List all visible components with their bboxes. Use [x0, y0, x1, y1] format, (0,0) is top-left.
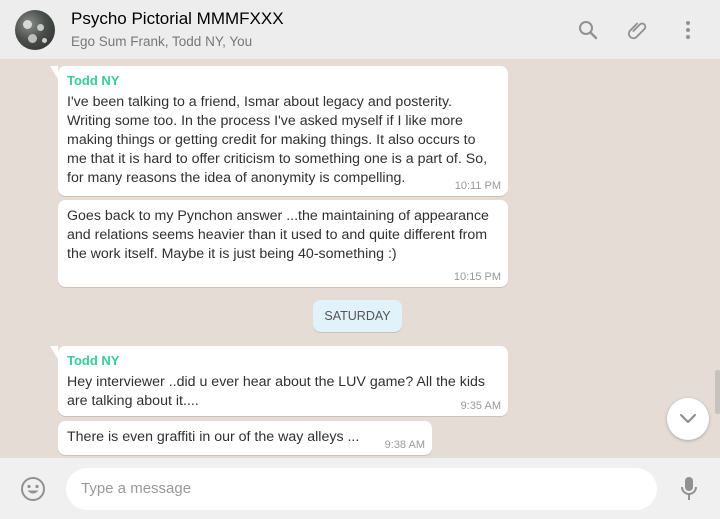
message-sender: Todd NY — [67, 73, 120, 88]
chat-header: Psycho Pictorial MMMFXXX Ego Sum Frank, … — [0, 0, 720, 60]
paperclip-icon[interactable] — [626, 18, 650, 42]
scrollbar[interactable] — [715, 370, 720, 414]
message-time: 9:35 AM — [460, 400, 501, 412]
search-icon[interactable] — [576, 18, 600, 42]
chevron-down-icon — [679, 413, 697, 424]
emoji-icon[interactable] — [20, 476, 46, 502]
microphone-icon[interactable] — [677, 476, 701, 502]
message-input[interactable] — [66, 467, 657, 510]
scroll-down-button[interactable] — [667, 398, 709, 440]
message-text: I've been talking to a friend, Ismar abo… — [67, 94, 488, 186]
message-sender: Todd NY — [67, 353, 120, 368]
message-bubble[interactable]: There is even graffiti in our of the way… — [58, 421, 432, 455]
message-bubble[interactable]: Todd NY I've been talking to a friend, I… — [50, 66, 508, 196]
chat-title-block[interactable]: Psycho Pictorial MMMFXXX Ego Sum Frank, … — [71, 9, 550, 51]
message-list[interactable]: Todd NY I've been talking to a friend, I… — [0, 60, 720, 458]
menu-dots-icon[interactable] — [676, 18, 700, 42]
day-divider: SATURDAY — [313, 300, 402, 332]
message-bubble[interactable]: Todd NY Hey interviewer ..did u ever hea… — [50, 346, 508, 416]
header-actions — [550, 18, 700, 42]
chat-title: Psycho Pictorial MMMFXXX — [71, 8, 284, 28]
message-text: Hey interviewer ..did u ever hear about … — [67, 374, 485, 409]
message-text: Goes back to my Pynchon answer ...the ma… — [67, 208, 489, 262]
chat-participants: Ego Sum Frank, Todd NY, You — [71, 33, 253, 49]
message-bubble[interactable]: Goes back to my Pynchon answer ...the ma… — [58, 200, 508, 287]
composer-bar — [0, 458, 720, 519]
message-time: 9:38 AM — [384, 439, 425, 451]
message-time: 10:11 PM — [454, 180, 501, 192]
group-avatar[interactable] — [15, 9, 55, 50]
message-time: 10:15 PM — [453, 271, 501, 283]
message-text: There is even graffiti in our of the way… — [67, 429, 360, 445]
